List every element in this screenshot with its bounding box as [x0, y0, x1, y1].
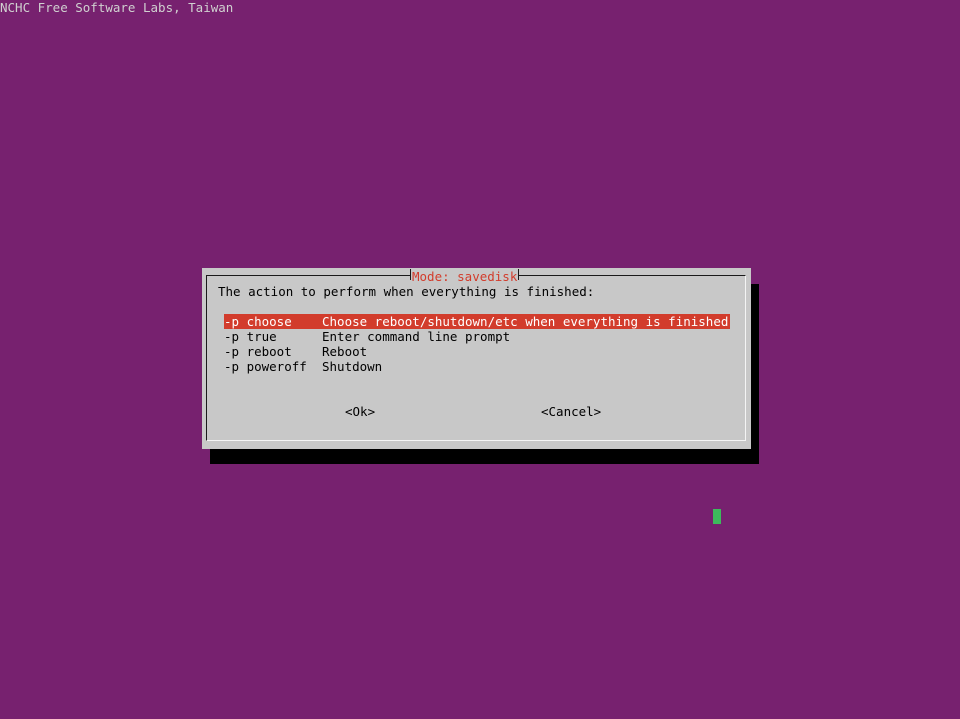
menu-item-description: Shutdown [322, 359, 383, 374]
back-title: NCHC Free Software Labs, Taiwan [0, 0, 234, 15]
menu-item-tag: -p choose [224, 314, 292, 329]
menu-item-tag: -p true [224, 329, 277, 344]
menu-item-true[interactable]: -p true Enter command line prompt [224, 329, 730, 344]
menu-item-description: Reboot [322, 344, 368, 359]
dialog-title: Mode: savedisk [410, 269, 520, 284]
ok-button[interactable]: <Ok> [345, 404, 375, 419]
terminal-cursor [713, 509, 721, 524]
dialog-prompt: The action to perform when everything is… [218, 284, 595, 299]
menu-item-description: Enter command line prompt [322, 329, 511, 344]
menu-item-description: Choose reboot/shutdown/etc when everythi… [322, 314, 729, 329]
menu-item-reboot[interactable]: -p reboot Reboot [224, 344, 730, 359]
dialog-box: Mode: savedisk The action to perform whe… [202, 268, 751, 449]
menu-item-choose[interactable]: -p choose Choose reboot/shutdown/etc whe… [224, 314, 730, 329]
menu-item-tag: -p reboot [224, 344, 292, 359]
menu-list: -p choose Choose reboot/shutdown/etc whe… [224, 314, 730, 374]
cancel-button[interactable]: <Cancel> [541, 404, 601, 419]
menu-item-poweroff[interactable]: -p poweroff Shutdown [224, 359, 730, 374]
menu-item-tag: -p poweroff [224, 359, 307, 374]
